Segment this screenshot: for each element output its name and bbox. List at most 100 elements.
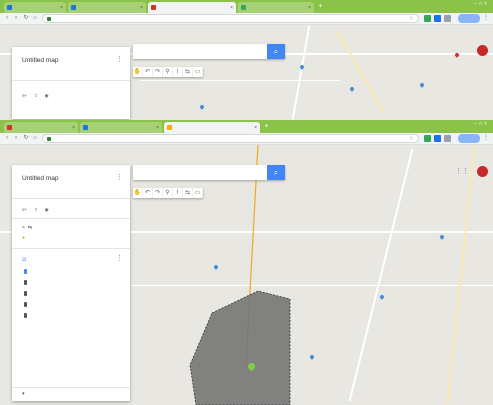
place-marker-icon[interactable] <box>349 86 355 92</box>
kebab-icon[interactable]: ⋮ <box>116 173 123 181</box>
kebab-icon[interactable]: ⋮ <box>116 254 123 262</box>
base-map-row[interactable]: ▾ <box>22 391 28 397</box>
layer-item[interactable] <box>24 280 30 285</box>
place-marker-icon[interactable] <box>419 82 425 88</box>
back-icon[interactable]: ‹ <box>3 14 11 23</box>
layer-item[interactable] <box>24 291 30 296</box>
browser-tab[interactable]: × <box>164 122 260 133</box>
checkbox-icon[interactable]: ☑ <box>22 257 26 263</box>
forward-icon[interactable]: › <box>12 134 20 143</box>
browser-menu-icon[interactable]: ⋮ <box>483 14 489 23</box>
add-layer-icon[interactable]: ≡+ <box>22 207 27 213</box>
window-controls[interactable]: –□× <box>474 121 489 127</box>
route-point-row[interactable]: ● <box>22 235 28 241</box>
close-icon[interactable]: × <box>254 125 257 131</box>
tab-favicon-icon <box>7 125 12 130</box>
browser-tab[interactable]: × <box>238 2 314 13</box>
ruler-icon[interactable]: ▭ <box>193 188 203 198</box>
redo-icon[interactable]: ↷ <box>153 188 163 198</box>
new-tab-button[interactable]: + <box>262 122 271 131</box>
browser-toolbar: ‹ › ↻ ⌂ ☆ ⋮ <box>0 13 493 25</box>
browser-tab[interactable]: × <box>68 2 146 13</box>
layer-header[interactable]: ☑ <box>22 257 29 263</box>
extension-icon[interactable] <box>444 135 451 142</box>
forward-icon[interactable]: › <box>12 14 20 23</box>
close-icon[interactable]: × <box>140 5 143 11</box>
address-bar[interactable]: ☆ <box>42 134 419 143</box>
browser-menu-icon[interactable]: ⋮ <box>483 134 489 143</box>
base-map-icon: ▾ <box>22 391 25 397</box>
window-controls[interactable]: –□× <box>474 1 489 7</box>
close-icon[interactable]: × <box>72 125 75 131</box>
drawing-toolbar: ✋ ↶ ↷ ⚲ ⌇ ⇆ ▭ <box>133 67 203 77</box>
undo-icon[interactable]: ↶ <box>143 67 153 77</box>
star-icon[interactable]: ☆ <box>409 135 414 142</box>
map-legend-panel: Untitled map ⋮ ≡+ ⇪ ◉ × ⇆ ● ☑ ⋮ ▾ <box>12 165 130 401</box>
search-icon[interactable]: ⌕ <box>267 44 285 59</box>
share-icon[interactable]: ⇪ <box>34 207 38 213</box>
share-icon[interactable]: ⇪ <box>34 93 38 99</box>
directions-layer-row[interactable]: × ⇆ <box>22 225 35 231</box>
map-search-input[interactable] <box>136 47 260 58</box>
extension-icon[interactable] <box>434 15 441 22</box>
divider <box>12 248 130 249</box>
search-icon[interactable]: ⌕ <box>267 165 285 180</box>
line-icon[interactable]: ⌇ <box>173 67 183 77</box>
avatar-icon[interactable] <box>477 166 488 177</box>
home-icon[interactable]: ⌂ <box>31 14 39 23</box>
close-icon[interactable]: × <box>230 5 233 11</box>
divider <box>12 198 130 199</box>
apps-grid-icon[interactable]: ⋮⋮ <box>455 167 469 175</box>
address-bar[interactable]: ☆ <box>42 14 419 23</box>
layer-item[interactable] <box>24 313 30 318</box>
directions-icon[interactable]: ⇆ <box>183 188 193 198</box>
close-icon[interactable]: × <box>308 5 311 11</box>
hand-icon[interactable]: ✋ <box>133 67 143 77</box>
place-marker-icon[interactable] <box>199 104 205 110</box>
back-icon[interactable]: ‹ <box>3 134 11 143</box>
reload-icon[interactable]: ↻ <box>22 134 30 143</box>
close-icon[interactable]: × <box>60 5 63 11</box>
layer-item[interactable] <box>24 269 30 274</box>
marker-icon[interactable]: ⚲ <box>163 188 173 198</box>
profile-button[interactable] <box>458 134 480 143</box>
directions-icon[interactable]: ⇆ <box>183 67 193 77</box>
hand-icon[interactable]: ✋ <box>133 188 143 198</box>
browser-tab[interactable]: × <box>4 2 66 13</box>
tab-strip: × × × × + –□× <box>0 0 493 13</box>
drawn-polygon[interactable] <box>189 290 291 405</box>
home-icon[interactable]: ⌂ <box>31 134 39 143</box>
close-icon[interactable]: × <box>156 125 159 131</box>
map-canvas[interactable]: ⌕ ✋ ↶ ↷ ⚲ ⌇ ⇆ ▭ Untitled map ⋮ ≡+ ⇪ ◉ <box>0 25 493 120</box>
reload-icon[interactable]: ↻ <box>22 14 30 23</box>
drawing-toolbar: ✋ ↶ ↷ ⚲ ⌇ ⇆ ▭ <box>133 188 203 198</box>
preview-icon[interactable]: ◉ <box>45 207 49 213</box>
layer-item[interactable] <box>24 302 30 307</box>
browser-tab[interactable]: × <box>148 2 236 13</box>
undo-icon[interactable]: ↶ <box>143 188 153 198</box>
map-search-box: ⌕ <box>133 165 285 180</box>
map-canvas[interactable]: ⌕ ✋ ↶ ↷ ⚲ ⌇ ⇆ ▭ Untitled map ⋮ ≡+ ⇪ ◉ × … <box>0 145 493 405</box>
add-layer-icon[interactable]: ≡+ <box>22 93 27 99</box>
avatar-icon[interactable] <box>477 45 488 56</box>
map-title[interactable]: Untitled map <box>22 57 59 64</box>
kebab-icon[interactable]: ⋮ <box>116 55 123 63</box>
map-search-input[interactable] <box>136 168 260 179</box>
close-icon[interactable]: × <box>22 225 25 231</box>
extension-icon[interactable] <box>444 15 451 22</box>
preview-icon[interactable]: ◉ <box>45 93 49 99</box>
map-title[interactable]: Untitled map <box>22 175 59 182</box>
marker-icon[interactable]: ⚲ <box>163 67 173 77</box>
extension-icon[interactable] <box>434 135 441 142</box>
line-icon[interactable]: ⌇ <box>173 188 183 198</box>
browser-tab[interactable]: × <box>80 122 162 133</box>
tab-favicon-icon <box>241 5 246 10</box>
ruler-icon[interactable]: ▭ <box>193 67 203 77</box>
new-tab-button[interactable]: + <box>316 2 325 11</box>
browser-tab[interactable]: × <box>4 122 78 133</box>
star-icon[interactable]: ☆ <box>409 15 414 22</box>
redo-icon[interactable]: ↷ <box>153 67 163 77</box>
extension-icon[interactable] <box>424 135 431 142</box>
profile-button[interactable] <box>458 14 480 23</box>
extension-icon[interactable] <box>424 15 431 22</box>
